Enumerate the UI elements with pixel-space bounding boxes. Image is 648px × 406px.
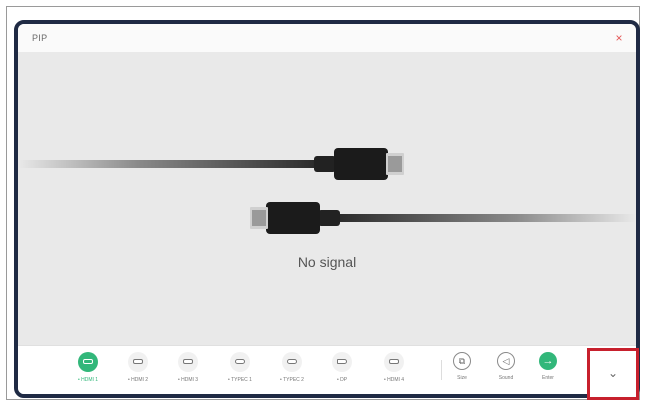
speaker-icon: ◁ [497,352,515,370]
source-label: • DP [336,377,348,383]
source-hdmi-4[interactable]: • HDMI 4 [368,350,420,390]
enter-label: Enter [542,375,554,381]
source-dp[interactable]: • DP [316,350,368,390]
hdmi-port-icon [78,352,98,372]
pip-window: PIP × No signal • HDMI 1 • HDMI 2 • HDMI… [14,20,640,398]
source-label: • HDMI 4 [383,377,405,383]
close-icon[interactable]: × [610,29,628,47]
enter-button[interactable]: → Enter [528,350,568,390]
source-toolbar: • HDMI 1 • HDMI 2 • HDMI 3 • TYPEC 1 • T… [18,345,636,394]
source-hdmi-2[interactable]: • HDMI 2 [112,350,164,390]
source-hdmi-3[interactable]: • HDMI 3 [162,350,214,390]
source-typec-1[interactable]: • TYPEC 1 [214,350,266,390]
expand-toolbar-button[interactable]: ⌄ [587,348,639,400]
dp-port-icon [332,352,352,372]
size-icon: ⧉ [453,352,471,370]
sound-label: Sound [498,375,514,381]
typec-port-icon [282,352,302,372]
hdmi-port-icon [384,352,404,372]
hdmi-port-icon [128,352,148,372]
video-area: No signal [18,52,636,346]
sound-button[interactable]: ◁ Sound [486,350,526,390]
size-label: Size [457,375,467,381]
source-hdmi-1[interactable]: • HDMI 1 [62,350,114,390]
chevron-down-icon: ⌄ [607,366,619,380]
source-label: • HDMI 3 [177,377,199,383]
size-button[interactable]: ⧉ Size [442,350,482,390]
arrow-right-icon: → [539,352,557,370]
source-label: • TYPEC 1 [228,377,252,383]
source-label: • HDMI 1 [77,377,99,383]
hdmi-port-icon [178,352,198,372]
typec-port-icon [230,352,250,372]
source-label: • TYPEC 2 [280,377,304,383]
title-bar: PIP × [18,24,636,53]
source-typec-2[interactable]: • TYPEC 2 [266,350,318,390]
source-label: • HDMI 2 [127,377,149,383]
no-signal-text: No signal [297,254,357,270]
hdmi-cable-illustration [18,148,636,234]
window-title: PIP [32,33,48,43]
